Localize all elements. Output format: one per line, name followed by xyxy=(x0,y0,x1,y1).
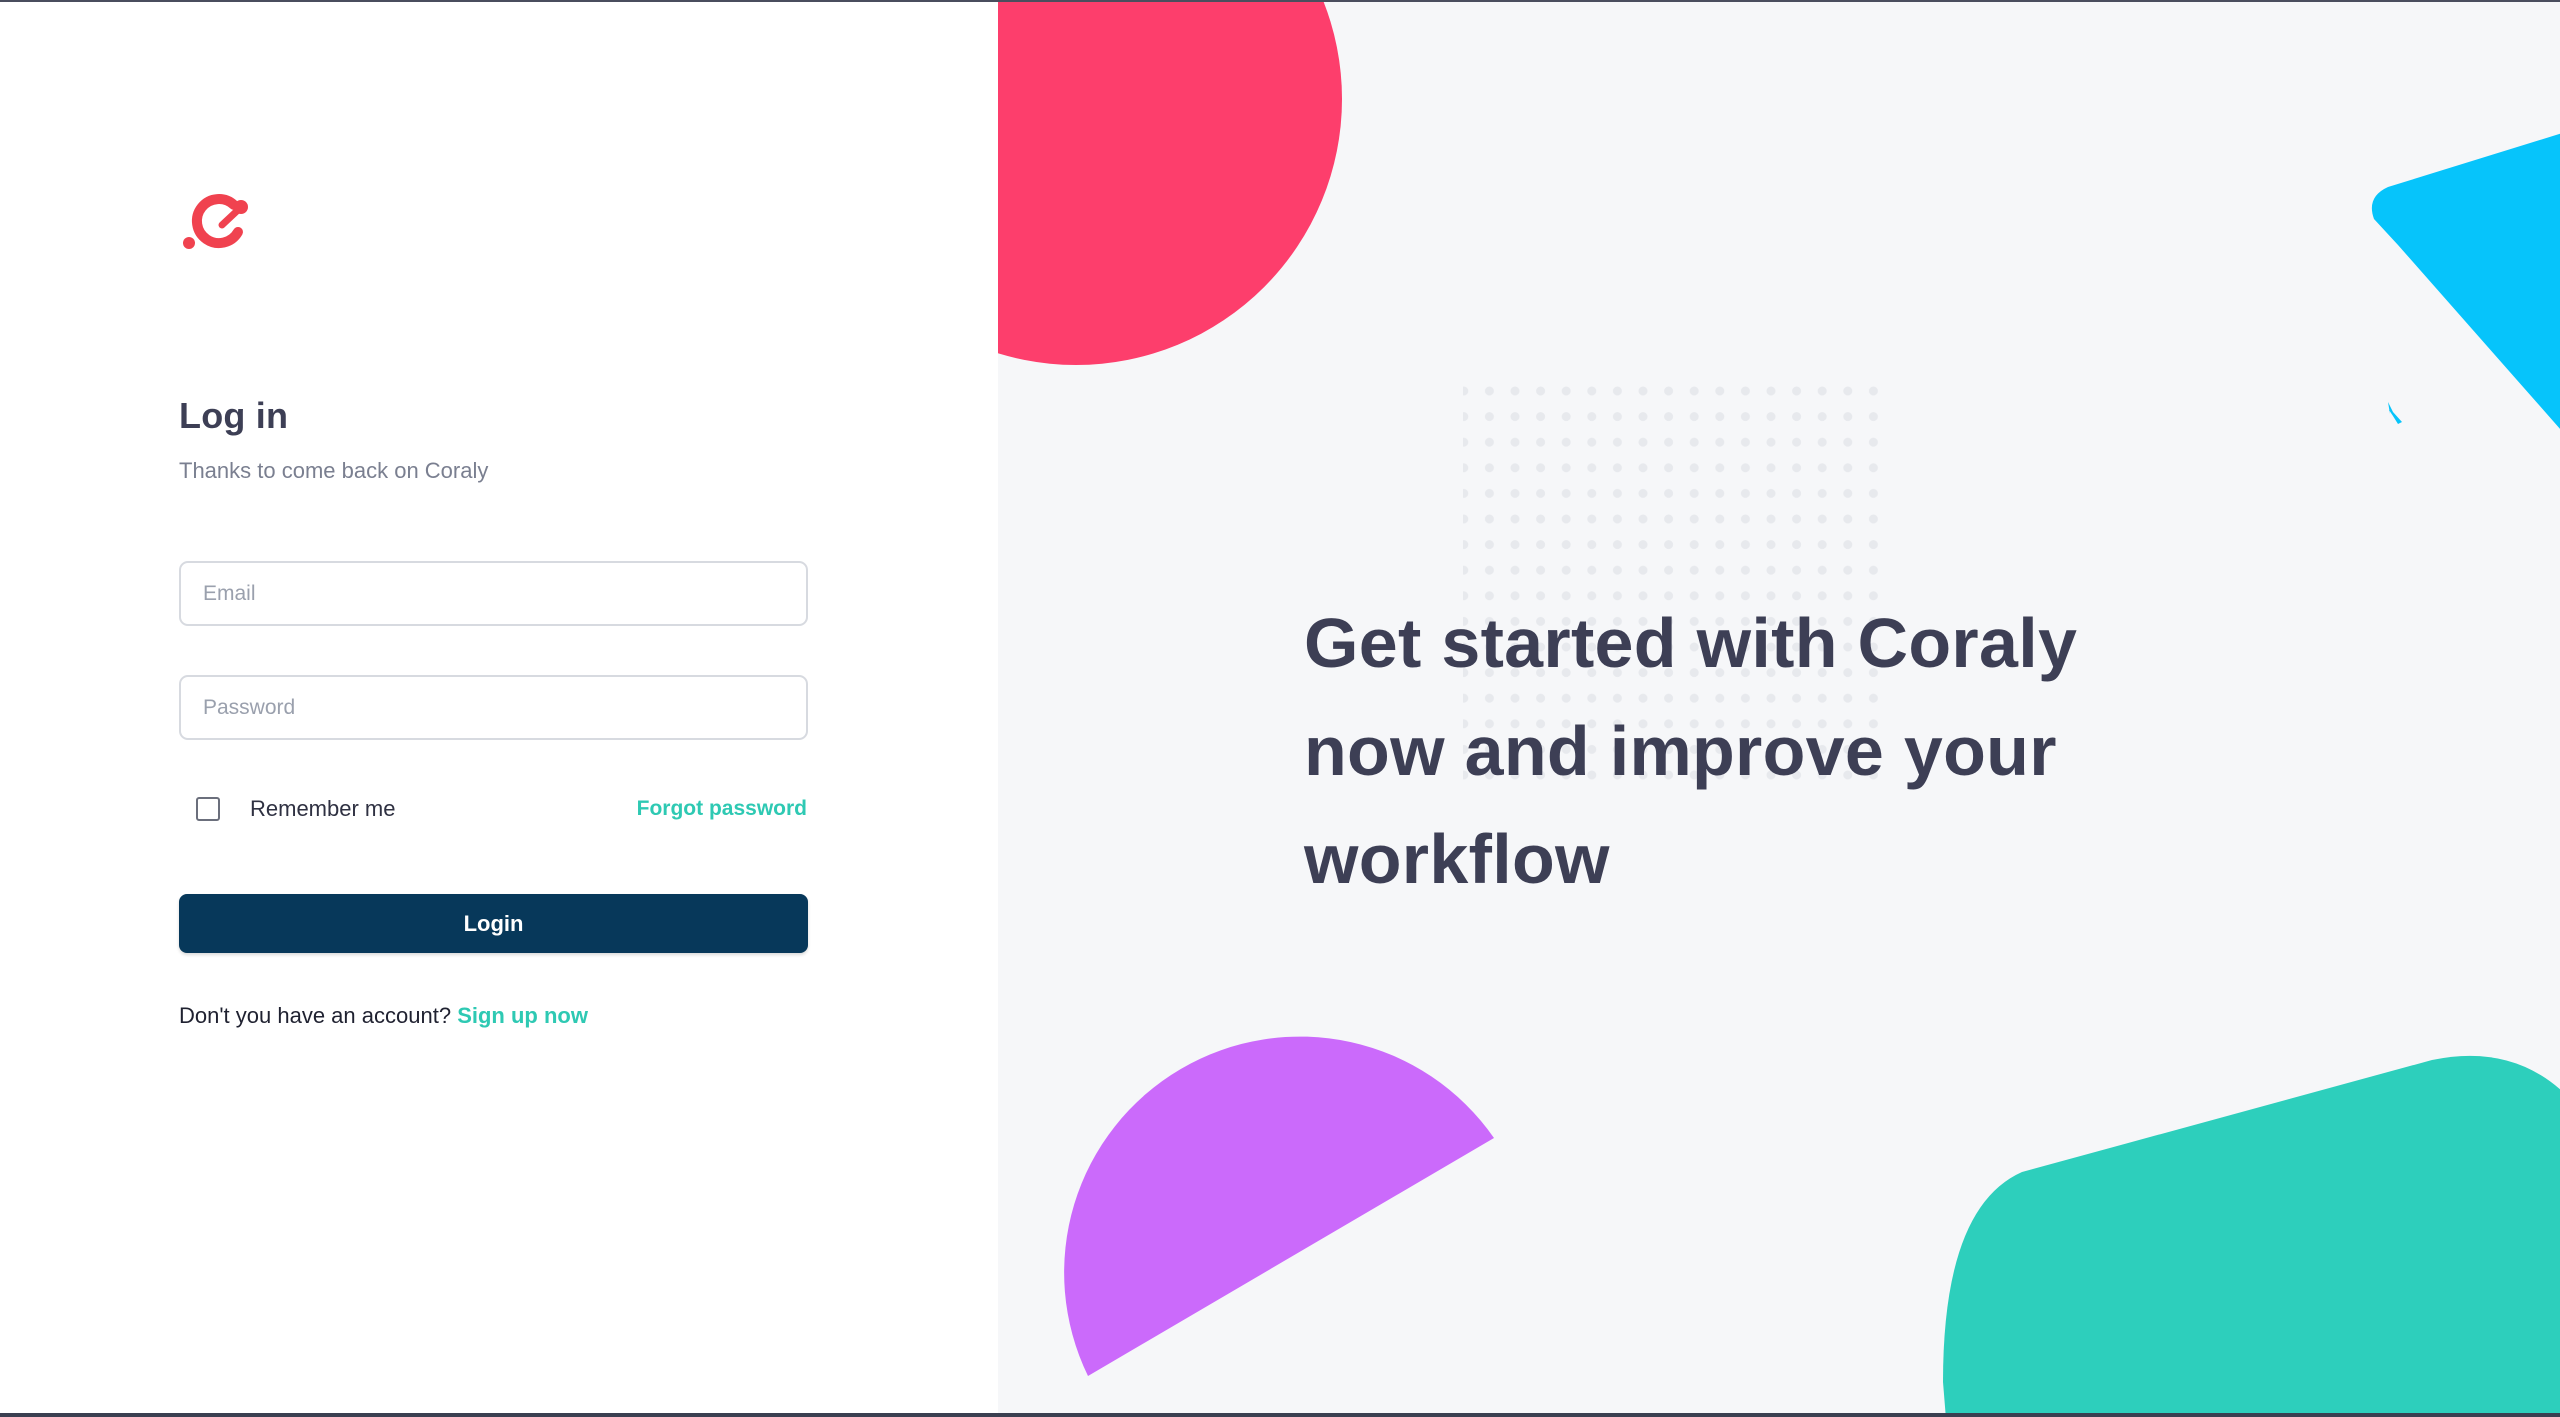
login-page: Log in Thanks to come back on Coraly Rem… xyxy=(0,0,2560,1417)
blue-diamond-shape xyxy=(2371,133,2560,429)
page-subtitle: Thanks to come back on Coraly xyxy=(179,458,489,483)
remember-me-toggle[interactable]: Remember me xyxy=(196,796,395,822)
hero-headline: Get started with Coraly now and improve … xyxy=(1304,604,2078,898)
password-field[interactable] xyxy=(179,675,808,740)
remember-me-checkbox[interactable] xyxy=(196,797,220,821)
coraly-logo-icon xyxy=(183,194,248,249)
email-field[interactable] xyxy=(179,561,808,626)
signup-row: Don't you have an account? Sign up now xyxy=(179,1003,588,1029)
pink-circle-shape xyxy=(998,2,1342,365)
purple-half-circle-shape xyxy=(1064,1036,1494,1376)
login-panel: Log in Thanks to come back on Coraly Rem… xyxy=(0,2,998,1413)
page-title: Log in xyxy=(179,395,289,436)
blue-square-shape xyxy=(2387,390,2402,424)
signup-prompt: Don't you have an account? xyxy=(179,1003,452,1028)
remember-me-label: Remember me xyxy=(250,796,396,821)
login-button[interactable]: Login xyxy=(179,894,808,953)
forgot-password-link[interactable]: Forgot password xyxy=(637,797,807,821)
signup-link[interactable]: Sign up now xyxy=(457,1003,588,1028)
teal-pill-shape xyxy=(1943,1055,2560,1413)
hero-panel: Get started with Coraly now and improve … xyxy=(998,2,2560,1413)
